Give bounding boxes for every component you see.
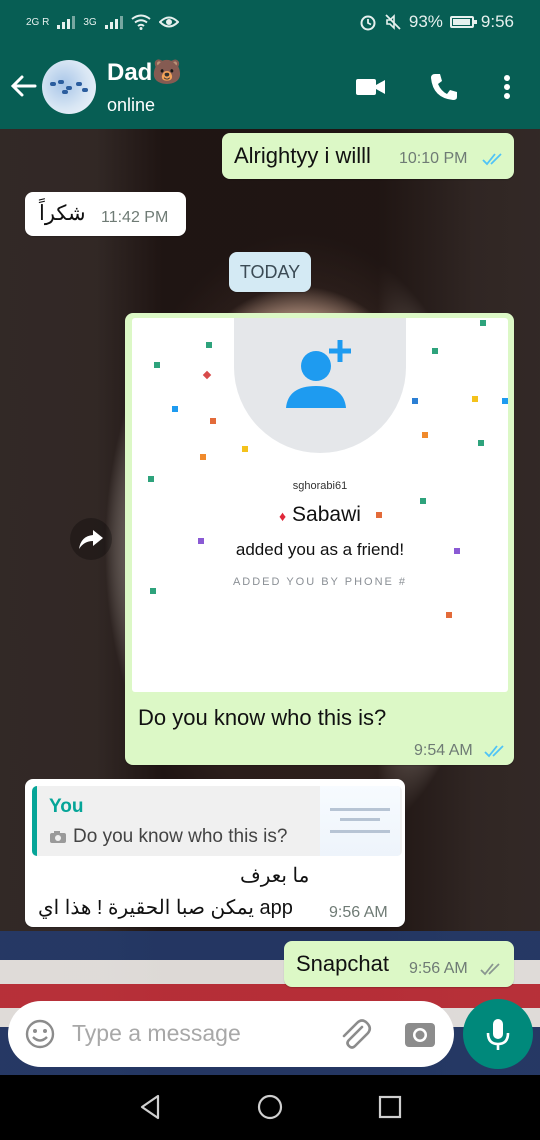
- snap-username: sghorabi61: [292, 480, 348, 492]
- mic-button[interactable]: [463, 999, 533, 1069]
- mute-icon: [385, 14, 401, 30]
- diamond-icon: ♦: [279, 508, 287, 524]
- quote-accent-bar: [32, 786, 37, 856]
- message-bubble-outgoing[interactable]: Snapchat 9:56 AM: [284, 941, 514, 987]
- message-text-line-2: يمكن صبا الحقيرة ! هذا اي app: [38, 897, 293, 919]
- video-call-icon[interactable]: [354, 70, 388, 104]
- more-vert-icon[interactable]: [490, 70, 524, 104]
- message-text: Snapchat: [296, 951, 389, 976]
- chat-header: Dad🐻 online: [0, 44, 540, 129]
- camera-small-icon: [50, 831, 66, 843]
- quote-text-row: Do you know who this is?: [49, 826, 287, 848]
- quote-author: You: [49, 796, 84, 817]
- snap-added-by: ADDED YOU BY PHONE #: [232, 576, 408, 588]
- battery-percent: 93%: [408, 12, 443, 31]
- snap-added-text: added you as a friend!: [235, 540, 405, 559]
- back-arrow-icon[interactable]: [8, 70, 40, 102]
- contact-status: online: [107, 95, 156, 115]
- read-ticks-icon: [484, 745, 504, 758]
- forward-button[interactable]: [70, 518, 112, 560]
- quote-text: Do you know who this is?: [73, 826, 288, 847]
- add-friend-icon: [286, 340, 351, 408]
- network-label-2: 3G: [83, 16, 97, 28]
- status-bar: 2G R 3G 93% 9:56: [0, 0, 540, 44]
- mic-icon: [486, 1019, 510, 1050]
- snap-display-name: ♦ Sabawi: [132, 503, 508, 527]
- message-bubble-incoming[interactable]: شكراً 11:42 PM: [25, 192, 186, 236]
- eye-icon: [158, 16, 179, 28]
- message-time: 9:56 AM: [409, 960, 468, 977]
- avatar[interactable]: [42, 60, 96, 114]
- quoted-message[interactable]: You Do you know who this is?: [32, 786, 402, 856]
- message-time: 10:10 PM: [399, 150, 468, 167]
- wifi-icon: [131, 14, 151, 30]
- nav-recents-icon[interactable]: [375, 1092, 405, 1122]
- nav-back-icon[interactable]: [136, 1092, 166, 1122]
- status-right: 93% 9:56: [359, 12, 540, 32]
- battery-fill: [452, 19, 470, 25]
- message-text: شكراً: [39, 202, 86, 225]
- nav-home-icon[interactable]: [255, 1092, 285, 1122]
- battery-icon: [449, 16, 477, 28]
- forward-icon: [79, 530, 103, 549]
- quote-thumbnail: [320, 786, 400, 856]
- emoji-icon[interactable]: [24, 1018, 56, 1050]
- message-time: 9:54 AM: [414, 742, 473, 759]
- message-time: 11:42 PM: [101, 209, 169, 226]
- read-ticks-icon: [482, 153, 502, 166]
- phone-call-icon[interactable]: [427, 70, 461, 104]
- status-left: 2G R 3G: [0, 14, 179, 30]
- delivered-ticks-icon: [480, 963, 500, 976]
- message-input[interactable]: Type a message: [72, 1020, 241, 1047]
- snap-avatar-circle: [234, 318, 406, 453]
- message-text: Alrightyy i willl: [234, 143, 371, 168]
- signal-icon: [104, 15, 123, 29]
- date-divider-chip: TODAY: [229, 252, 311, 292]
- signal-icon: [57, 15, 76, 29]
- image-caption: Do you know who this is?: [138, 705, 387, 730]
- alarm-icon: [360, 15, 376, 31]
- network-label-1: 2G R: [26, 16, 50, 28]
- contact-name[interactable]: Dad🐻: [107, 58, 182, 87]
- message-composer: Type a message: [8, 1001, 454, 1067]
- system-nav-bar: [0, 1075, 540, 1140]
- message-time: 9:56 AM: [329, 904, 388, 921]
- attach-icon[interactable]: [338, 1017, 372, 1051]
- snap-name-text: Sabawi: [292, 503, 361, 526]
- message-text-line-1: ما بعرف: [240, 865, 310, 887]
- snapchat-screenshot-image[interactable]: sghorabi61 ♦ Sabawi added you as a frien…: [132, 318, 508, 692]
- message-bubble-outgoing[interactable]: Alrightyy i willl 10:10 PM: [222, 133, 514, 179]
- camera-icon[interactable]: [404, 1019, 436, 1049]
- clock: 9:56: [480, 12, 514, 31]
